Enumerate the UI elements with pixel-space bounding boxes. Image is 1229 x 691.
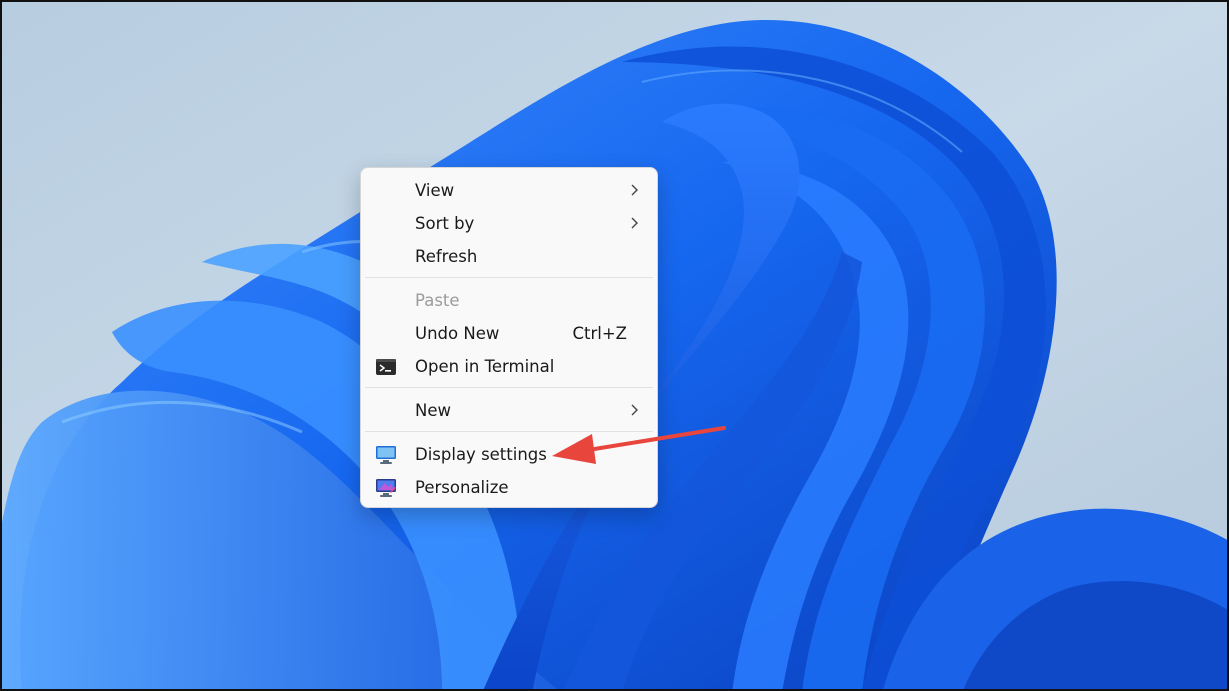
menu-item-label: Display settings	[415, 445, 547, 464]
menu-item-label: View	[415, 181, 455, 200]
menu-item-label: Personalize	[415, 478, 509, 497]
menu-separator	[365, 387, 653, 388]
menu-item-open-in-terminal[interactable]: Open in Terminal	[365, 351, 653, 383]
menu-separator	[365, 277, 653, 278]
shortcut-hint: Ctrl+Z	[572, 324, 628, 343]
desktop[interactable]: View Sort by Refresh Paste Undo New Ctrl…	[0, 0, 1229, 691]
menu-item-sort-by[interactable]: Sort by	[365, 208, 653, 240]
chevron-right-icon	[631, 184, 638, 196]
menu-item-paste: Paste	[365, 285, 653, 317]
personalize-icon	[376, 479, 396, 497]
menu-item-refresh[interactable]: Refresh	[365, 241, 653, 273]
menu-item-label: Sort by	[415, 214, 475, 233]
terminal-icon	[376, 359, 396, 375]
menu-item-undo-new[interactable]: Undo New Ctrl+Z	[365, 318, 653, 350]
menu-item-label: New	[415, 401, 451, 420]
annotation-arrow	[552, 426, 726, 464]
menu-item-label: Refresh	[415, 247, 478, 266]
menu-item-label: Open in Terminal	[415, 357, 555, 376]
menu-item-label: Undo New	[415, 324, 500, 343]
chevron-right-icon	[631, 404, 638, 416]
menu-item-label: Paste	[415, 291, 460, 310]
menu-item-view[interactable]: View	[365, 175, 653, 207]
menu-item-personalize[interactable]: Personalize	[365, 472, 653, 504]
chevron-right-icon	[631, 217, 638, 229]
monitor-icon	[376, 446, 396, 464]
